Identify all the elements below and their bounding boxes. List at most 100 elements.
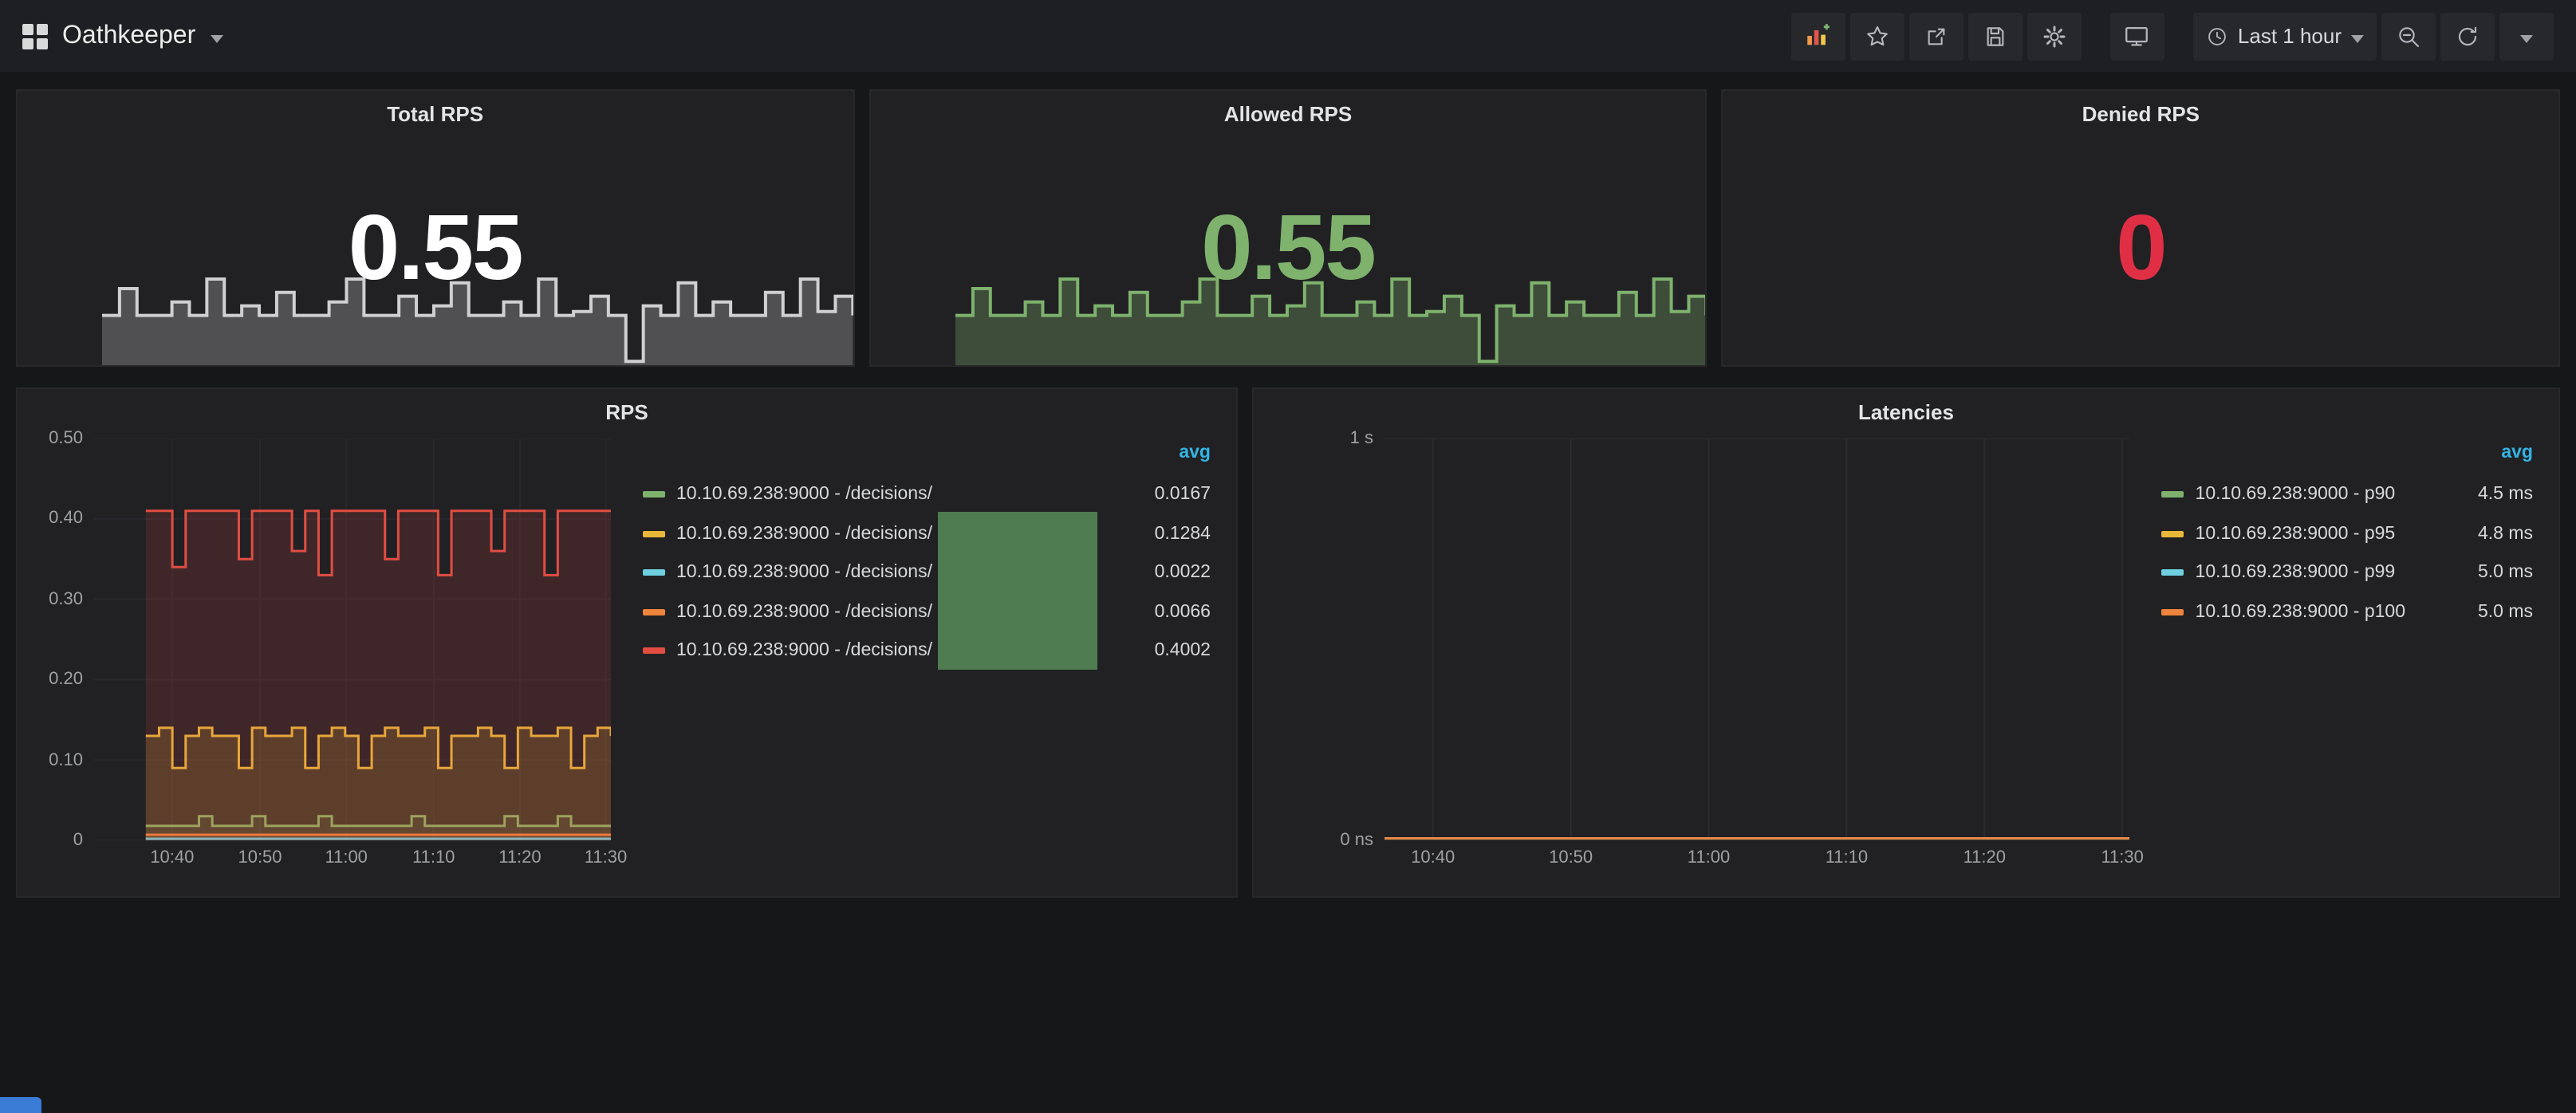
star-dashboard-button[interactable] (1850, 12, 1904, 60)
series-color-swatch[interactable] (643, 570, 665, 576)
x-axis-tick-label: 11:10 (1826, 848, 1868, 867)
time-range-picker[interactable]: Last 1 hour (2193, 12, 2377, 60)
y-axis-tick-label: 0.30 (49, 590, 83, 609)
add-panel-icon (1805, 22, 1832, 49)
y-axis-tick-label: 0 ns (1340, 831, 1373, 850)
add-panel-button[interactable] (1791, 12, 1845, 60)
grafana-dashboard: Oathkeeper (0, 0, 2576, 1113)
series-color-swatch[interactable] (2162, 570, 2184, 576)
x-axis-tick-label: 11:30 (585, 848, 627, 867)
series-label[interactable]: 10.10.69.238:9000 - p90 (2196, 486, 2405, 505)
y-axis-tick-label: 0 (73, 831, 83, 850)
x-axis-tick-label: 11:10 (412, 848, 455, 867)
legend-item[interactable]: 10.10.69.238:9000 - p995.0 ms (2162, 553, 2543, 592)
panel-title[interactable]: Denied RPS (1723, 91, 2558, 129)
latencies-x-axis: 10:4010:5011:0011:1011:2011:30 (1385, 840, 2130, 875)
top-nav: Oathkeeper (0, 0, 2576, 72)
legend-overlay-box (938, 512, 1097, 670)
series-label[interactable]: 10.10.69.238:9000 - /decisions/ (676, 486, 1083, 505)
legend-item[interactable]: 10.10.69.238:9000 - /decisions/0.4002 (643, 631, 1220, 671)
series-label[interactable]: 10.10.69.238:9000 - p99 (2196, 564, 2405, 583)
series-avg-value: 4.8 ms (2405, 525, 2543, 544)
x-axis-tick-label: 11:00 (325, 848, 368, 867)
series-avg-value: 5.0 ms (2405, 564, 2543, 583)
series-avg-value: 4.5 ms (2405, 486, 2543, 505)
legend-item[interactable]: 10.10.69.238:9000 - /decisions/0.0167 (643, 475, 1220, 514)
y-axis-tick-label: 0.40 (49, 509, 83, 529)
series-avg-value: 0.0066 (1083, 603, 1220, 622)
gear-icon (2042, 23, 2067, 49)
legend-item[interactable]: 10.10.69.238:9000 - p904.5 ms (2162, 475, 2543, 514)
series-color-swatch[interactable] (643, 648, 665, 655)
rps-y-axis: 0.500.400.300.200.100 (33, 439, 94, 840)
y-axis-tick-label: 0.20 (49, 670, 83, 689)
legend-item[interactable]: 10.10.69.238:9000 - /decisions/0.0022 (643, 553, 1220, 592)
legend-item[interactable]: 10.10.69.238:9000 - p954.8 ms (2162, 514, 2543, 553)
latencies-chart[interactable] (1385, 439, 2130, 840)
panel-title[interactable]: Allowed RPS (870, 91, 1705, 129)
y-axis-tick-label: 1 s (1350, 429, 1373, 448)
series-avg-value: 0.0022 (1083, 564, 1220, 583)
legend-avg-header[interactable]: avg (643, 443, 1220, 475)
x-axis-tick-label: 11:00 (1688, 848, 1730, 867)
dashboard-body: Total RPS 0.55 Allowed RPS 0.55 Denied R… (0, 72, 2576, 898)
legend-avg-header[interactable]: avg (2162, 443, 2543, 475)
allowed-rps-value: 0.55 (1201, 194, 1375, 301)
panel-latencies: Latencies 1 s0 ns 10:4010:5011:0011:1011… (1252, 387, 2560, 898)
dashboard-settings-button[interactable] (2027, 12, 2082, 60)
x-axis-tick-label: 11:20 (1964, 848, 2006, 867)
x-axis-tick-label: 10:40 (1411, 848, 1455, 867)
x-axis-tick-label: 10:50 (1549, 848, 1593, 867)
star-icon (1865, 23, 1890, 49)
panel-title[interactable]: Latencies (1254, 389, 2558, 427)
total-rps-value: 0.55 (349, 194, 522, 301)
refresh-dashboard-button[interactable] (2440, 12, 2495, 60)
panel-allowed-rps: Allowed RPS 0.55 (869, 89, 1707, 367)
rps-chart[interactable] (94, 439, 611, 840)
series-avg-value: 0.1284 (1083, 525, 1220, 544)
save-dashboard-button[interactable] (1968, 12, 2023, 60)
save-icon (1983, 23, 2008, 49)
denied-rps-value: 0 (2116, 194, 2166, 301)
series-label[interactable]: 10.10.69.238:9000 - p95 (2196, 525, 2405, 544)
series-color-swatch[interactable] (643, 609, 665, 615)
series-color-swatch[interactable] (643, 531, 665, 537)
x-axis-tick-label: 10:40 (150, 848, 194, 867)
rps-legend: avg10.10.69.238:9000 - /decisions/0.0167… (643, 439, 1220, 875)
share-dashboard-button[interactable] (1909, 12, 1964, 60)
x-axis-tick-label: 11:30 (2101, 848, 2143, 867)
latencies-y-axis: 1 s0 ns (1270, 439, 1385, 840)
time-range-caret-icon (2351, 34, 2364, 42)
x-axis-tick-label: 10:50 (238, 848, 282, 867)
series-avg-value: 0.0167 (1083, 486, 1220, 505)
monitor-icon (2124, 22, 2151, 49)
share-icon (1924, 23, 1949, 49)
bottom-left-artifact (0, 1097, 41, 1113)
rps-x-axis: 10:4010:5011:0011:1011:2011:30 (94, 840, 611, 875)
series-color-swatch[interactable] (2162, 492, 2184, 498)
zoom-out-icon (2396, 23, 2421, 49)
legend-item[interactable]: 10.10.69.238:9000 - p1005.0 ms (2162, 592, 2543, 631)
series-avg-value: 5.0 ms (2405, 603, 2543, 622)
panel-total-rps: Total RPS 0.55 (16, 89, 854, 367)
dashboard-title-caret-icon[interactable] (210, 34, 223, 42)
cycle-view-mode-button[interactable] (2110, 12, 2164, 60)
refresh-interval-dropdown[interactable] (2499, 12, 2554, 60)
legend-item[interactable]: 10.10.69.238:9000 - /decisions/0.0066 (643, 592, 1220, 631)
panel-title[interactable]: Total RPS (18, 91, 853, 129)
series-color-swatch[interactable] (2162, 609, 2184, 615)
panel-title[interactable]: RPS (18, 389, 1236, 427)
panel-rps: RPS 0.500.400.300.200.100 10:4010:5011:0… (16, 387, 1238, 898)
refresh-icon (2455, 23, 2480, 49)
latencies-legend: avg10.10.69.238:9000 - p904.5 ms10.10.69… (2162, 439, 2543, 875)
time-range-label: Last 1 hour (2238, 24, 2342, 48)
dashboard-title[interactable]: Oathkeeper (62, 22, 195, 50)
series-color-swatch[interactable] (643, 492, 665, 498)
series-avg-value: 0.4002 (1083, 642, 1220, 661)
zoom-out-time-button[interactable] (2381, 12, 2436, 60)
series-label[interactable]: 10.10.69.238:9000 - p100 (2196, 603, 2405, 622)
series-color-swatch[interactable] (2162, 531, 2184, 537)
legend-item[interactable]: 10.10.69.238:9000 - /decisions/0.1284 (643, 514, 1220, 553)
apps-grid-icon[interactable] (22, 23, 48, 49)
panel-denied-rps: Denied RPS 0 (1722, 89, 2560, 367)
